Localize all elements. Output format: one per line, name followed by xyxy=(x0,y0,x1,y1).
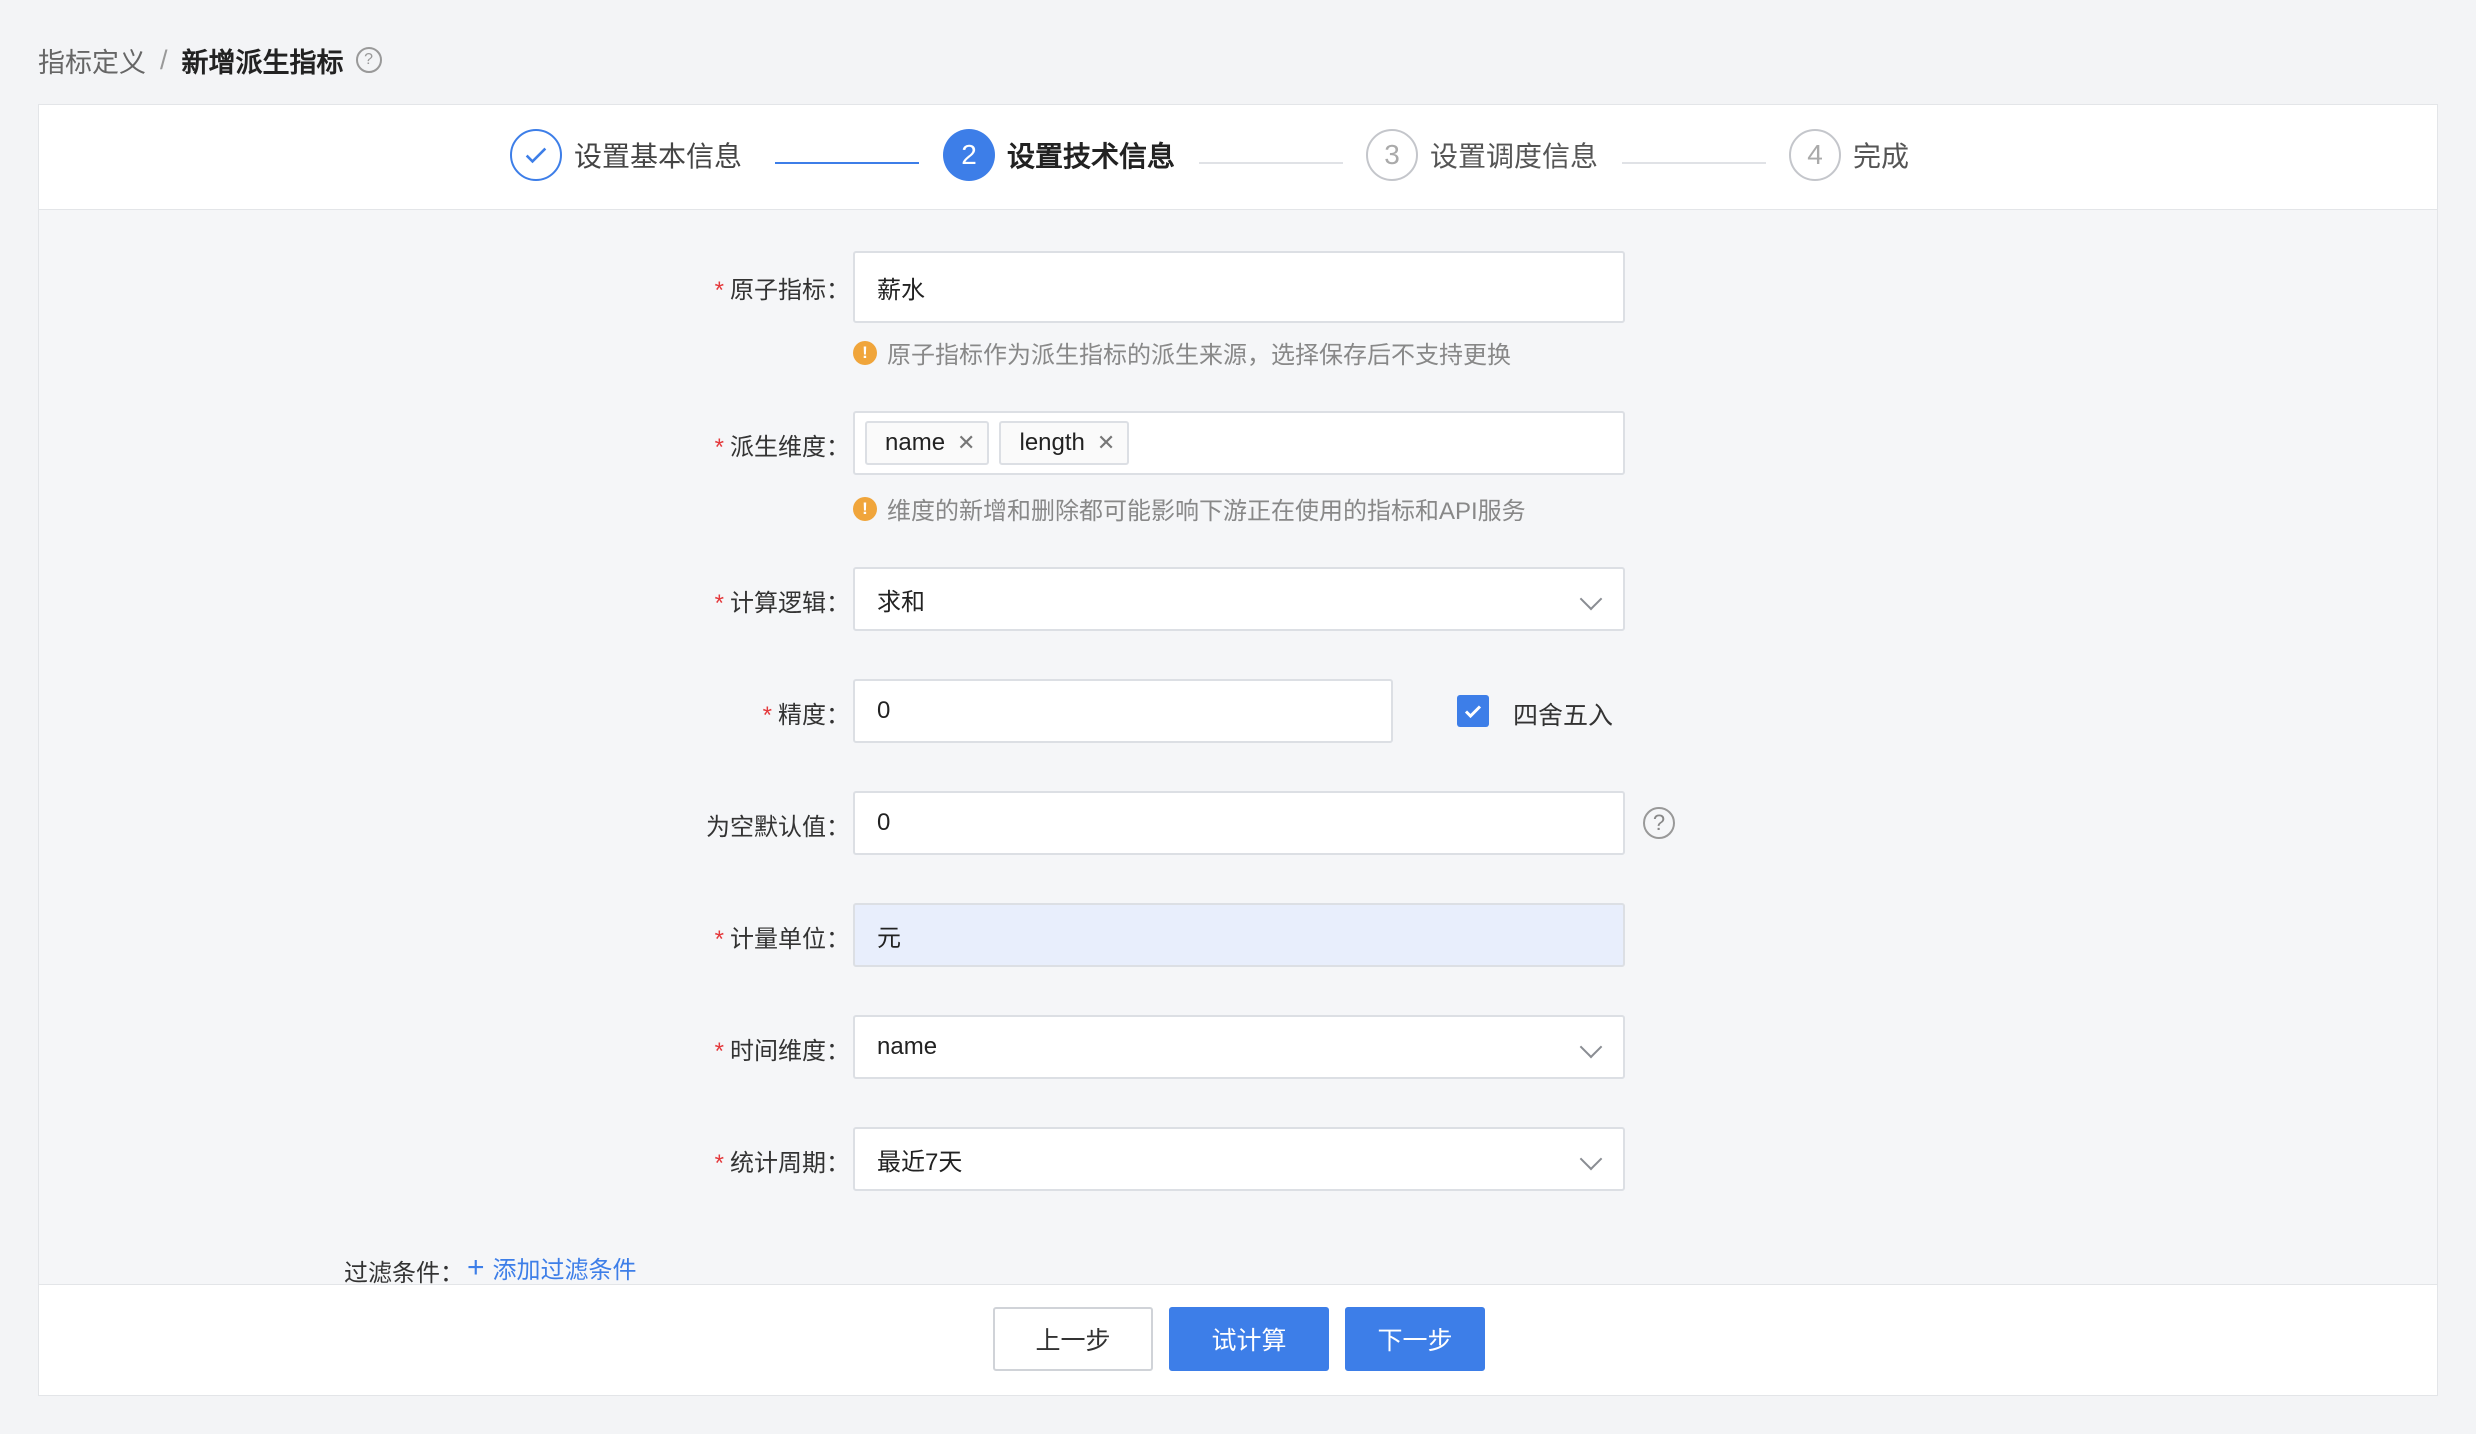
filter-label: 过滤条件： xyxy=(344,1260,464,1287)
add-filter-link[interactable]: + 添加过滤条件 xyxy=(467,1250,637,1285)
rounding-label[interactable]: 四舍五入 xyxy=(1513,696,1613,732)
chevron-down-icon xyxy=(1579,1035,1603,1059)
null-default-field[interactable]: 0 xyxy=(853,791,1625,855)
precision-field[interactable]: 0 xyxy=(853,679,1393,743)
field-label: * 原子指标： xyxy=(714,277,850,304)
check-icon xyxy=(1464,705,1482,719)
breadcrumb: 指标定义 / 新增派生指标 ? xyxy=(38,40,382,80)
plus-icon: + xyxy=(467,1250,485,1284)
field-label: * 计量单位： xyxy=(714,926,850,953)
atomic-metric-field[interactable]: 薪水 xyxy=(853,251,1625,323)
unit-field: 元 xyxy=(853,903,1625,967)
step-basic-info[interactable]: 设置基本信息 xyxy=(510,129,742,181)
question-circle-icon[interactable]: ? xyxy=(1643,807,1675,839)
step-connector xyxy=(1199,162,1343,164)
field-hint: ! 维度的新增和删除都可能影响下游正在使用的指标和API服务 xyxy=(853,491,1526,526)
step-number: 4 xyxy=(1789,129,1841,181)
step-finish[interactable]: 4 完成 xyxy=(1789,129,1909,181)
next-step-button[interactable]: 下一步 xyxy=(1345,1307,1485,1371)
form-panel: 设置基本信息 2 设置技术信息 3 设置调度信息 4 完成 * 原子指标： 薪水 … xyxy=(38,104,2438,1396)
steps-bar: 设置基本信息 2 设置技术信息 3 设置调度信息 4 完成 xyxy=(39,105,2437,210)
question-circle-icon[interactable]: ? xyxy=(355,47,382,73)
field-label: * 精度： xyxy=(762,702,850,729)
chevron-down-icon xyxy=(1579,587,1603,611)
chevron-down-icon xyxy=(1579,1147,1603,1171)
field-label: * 时间维度： xyxy=(714,1038,850,1065)
time-dimension-select[interactable]: name xyxy=(853,1015,1625,1079)
derived-dimension-field[interactable]: name ✕ length ✕ xyxy=(853,411,1625,475)
step-tech-info[interactable]: 2 设置技术信息 xyxy=(943,129,1175,181)
step-connector xyxy=(1622,162,1766,164)
step-number: 2 xyxy=(943,129,995,181)
step-label: 完成 xyxy=(1853,141,1910,172)
close-icon[interactable]: ✕ xyxy=(1097,430,1115,456)
step-connector xyxy=(775,162,919,164)
dimension-tag: name ✕ xyxy=(865,421,990,465)
footer-actions: 上一步 试计算 下一步 xyxy=(39,1284,2437,1395)
rounding-checkbox[interactable] xyxy=(1457,695,1489,727)
prev-step-button[interactable]: 上一步 xyxy=(993,1307,1153,1371)
dimension-tag: length ✕ xyxy=(999,421,1130,465)
field-label: * 统计周期： xyxy=(714,1150,850,1177)
page-title: 新增派生指标 xyxy=(181,47,344,78)
field-label: 为空默认值： xyxy=(706,814,850,841)
trial-calc-button[interactable]: 试计算 xyxy=(1169,1307,1329,1371)
step-schedule-info[interactable]: 3 设置调度信息 xyxy=(1366,129,1598,181)
warning-icon: ! xyxy=(853,340,877,365)
breadcrumb-parent-link[interactable]: 指标定义 xyxy=(38,41,146,80)
warning-icon: ! xyxy=(853,496,877,521)
breadcrumb-separator: / xyxy=(160,44,168,75)
stat-period-select[interactable]: 最近7天 xyxy=(853,1127,1625,1191)
field-label: * 派生维度： xyxy=(714,434,850,461)
check-icon xyxy=(510,129,562,181)
calc-logic-select[interactable]: 求和 xyxy=(853,567,1625,631)
close-icon[interactable]: ✕ xyxy=(957,430,975,456)
step-label: 设置基本信息 xyxy=(574,141,743,172)
step-number: 3 xyxy=(1366,129,1418,181)
step-label: 设置调度信息 xyxy=(1430,141,1599,172)
step-label: 设置技术信息 xyxy=(1007,141,1176,172)
field-label: * 计算逻辑： xyxy=(714,590,850,617)
field-hint: ! 原子指标作为派生指标的派生来源，选择保存后不支持更换 xyxy=(853,335,1511,370)
